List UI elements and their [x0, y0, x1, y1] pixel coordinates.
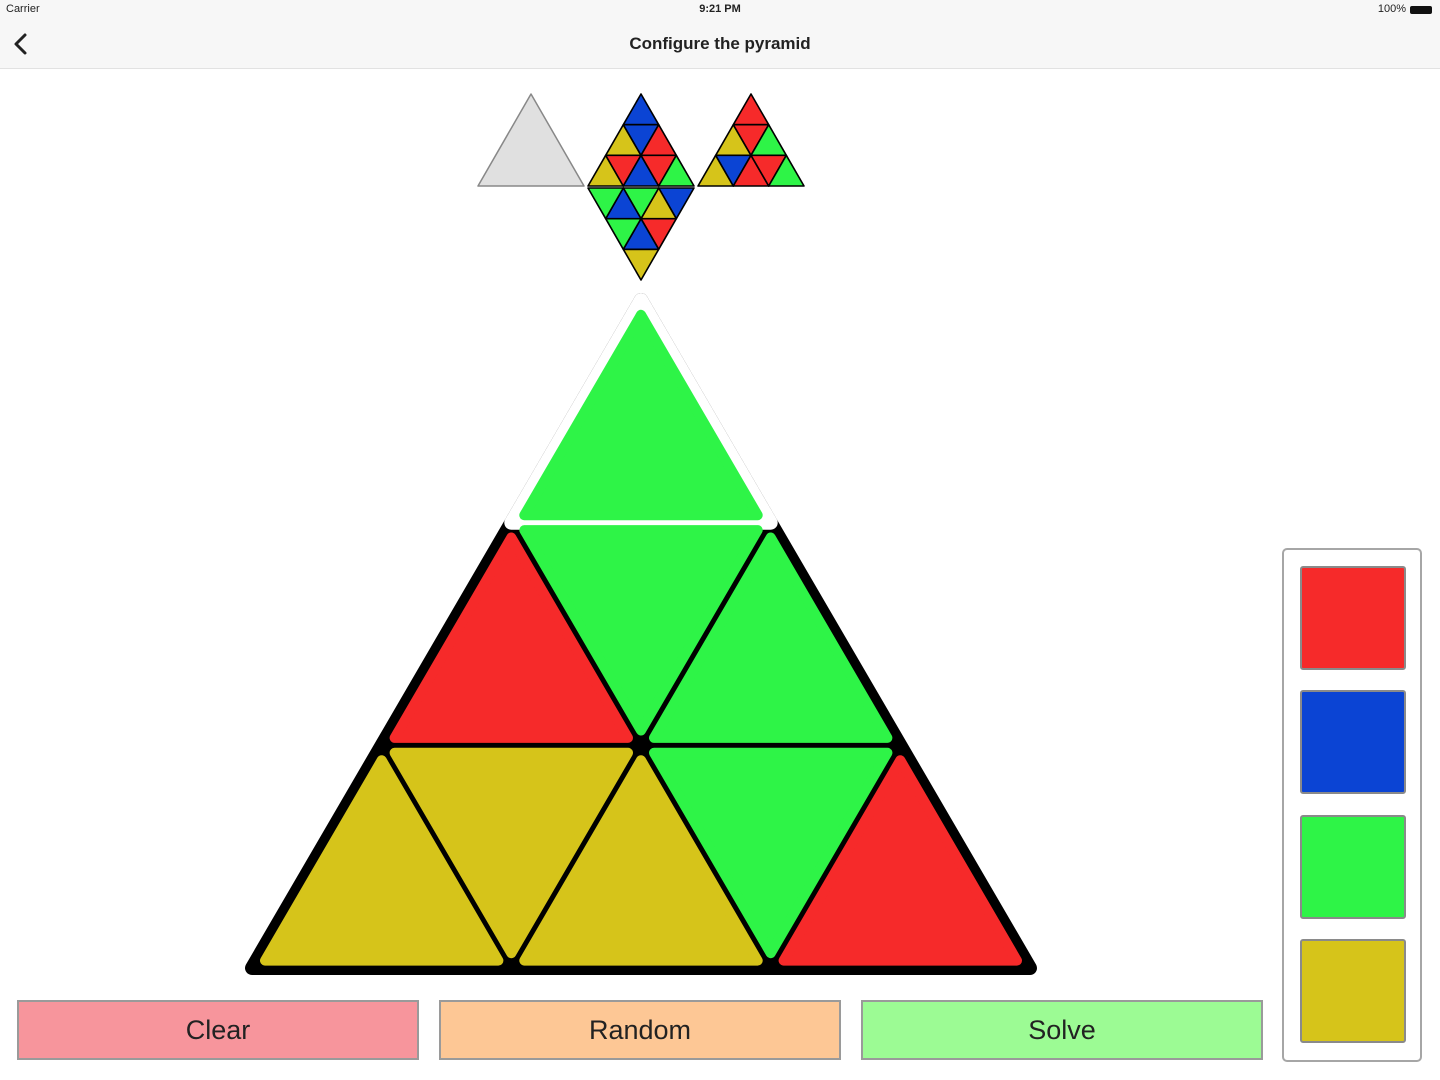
color-palette	[1282, 548, 1422, 1062]
random-button[interactable]: Random	[439, 1000, 841, 1060]
net-right-piece-0	[732, 93, 770, 126]
net-bottom-piece-0	[622, 248, 660, 281]
swatch-green[interactable]	[1300, 815, 1406, 919]
swatch-blue[interactable]	[1300, 690, 1406, 794]
solve-button[interactable]: Solve	[861, 1000, 1263, 1060]
pyramid-canvas	[245, 93, 1037, 975]
pyramid-face	[245, 293, 1037, 975]
clear-button[interactable]: Clear	[17, 1000, 419, 1060]
net-front-piece-0	[622, 93, 660, 126]
pyramid-piece-0[interactable]	[519, 309, 763, 521]
net-left-face	[477, 93, 585, 187]
swatch-yellow[interactable]	[1300, 939, 1406, 1043]
pyramid-net	[477, 93, 805, 281]
swatch-red[interactable]	[1300, 566, 1406, 670]
